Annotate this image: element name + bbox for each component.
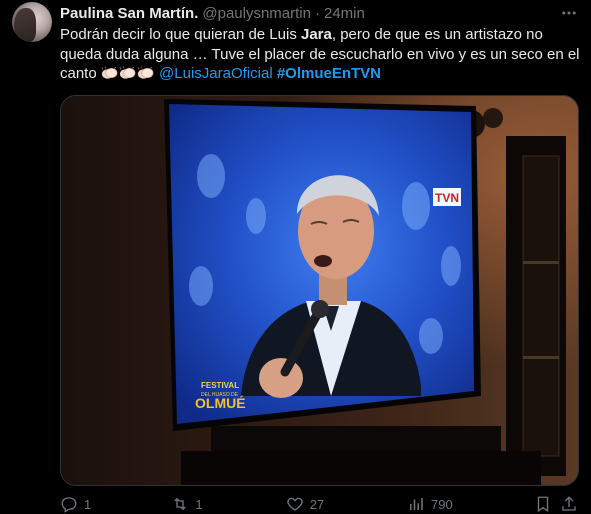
bookmark-button[interactable] xyxy=(534,495,560,513)
reply-icon xyxy=(61,497,77,513)
clap-emoji-icon xyxy=(119,66,136,79)
tweet[interactable]: Paulina San Martín. @paulysnmartin · 24m… xyxy=(0,0,591,514)
tv-photo: TVN FESTIVAL DEL HUASO DE OLMUÉ xyxy=(61,96,578,485)
author-name[interactable]: Paulina San Martín. xyxy=(60,5,198,22)
avatar[interactable] xyxy=(12,2,52,42)
more-options-button[interactable] xyxy=(555,0,583,26)
repost-button[interactable]: 1 xyxy=(171,495,285,513)
share-icon xyxy=(562,496,576,511)
repost-count: 1 xyxy=(195,496,203,512)
like-count: 27 xyxy=(309,496,325,512)
tweet-header: Paulina San Martín. @paulysnmartin · 24m… xyxy=(60,3,365,23)
tvn-logo: TVN xyxy=(435,191,459,205)
views-button[interactable]: 790 xyxy=(407,495,534,513)
action-bar: 1 1 27 790 xyxy=(60,494,580,514)
views-icon xyxy=(410,498,423,510)
clap-emoji-icon xyxy=(137,66,154,79)
tweet-text-bold: Jara xyxy=(301,26,332,43)
like-button[interactable]: 27 xyxy=(286,495,407,513)
clap-emoji-icon xyxy=(101,66,118,79)
bookmark-icon xyxy=(538,496,549,513)
share-button[interactable] xyxy=(560,495,580,513)
tweet-media[interactable]: TVN FESTIVAL DEL HUASO DE OLMUÉ xyxy=(60,95,579,486)
clap-emoji-group xyxy=(101,65,155,82)
repost-icon xyxy=(174,497,187,511)
tweet-text-part1: Podrán decir lo que quieran de Luis xyxy=(60,26,301,43)
timestamp[interactable]: 24min xyxy=(324,5,365,22)
more-icon xyxy=(562,11,576,15)
mention-link[interactable]: @LuisJaraOficial xyxy=(159,65,273,82)
reply-button[interactable]: 1 xyxy=(60,495,171,513)
festival-logo-text: FESTIVAL xyxy=(201,381,239,390)
views-count: 790 xyxy=(431,496,453,512)
olmue-logo: OLMUÉ xyxy=(195,395,246,411)
author-handle[interactable]: @paulysnmartin xyxy=(202,5,311,22)
hashtag-link[interactable]: #OlmueEnTVN xyxy=(277,65,381,82)
tweet-text: Podrán decir lo que quieran de Luis Jara… xyxy=(60,25,580,84)
heart-icon xyxy=(287,497,303,511)
dot-separator: · xyxy=(314,4,320,22)
reply-count: 1 xyxy=(84,496,92,512)
